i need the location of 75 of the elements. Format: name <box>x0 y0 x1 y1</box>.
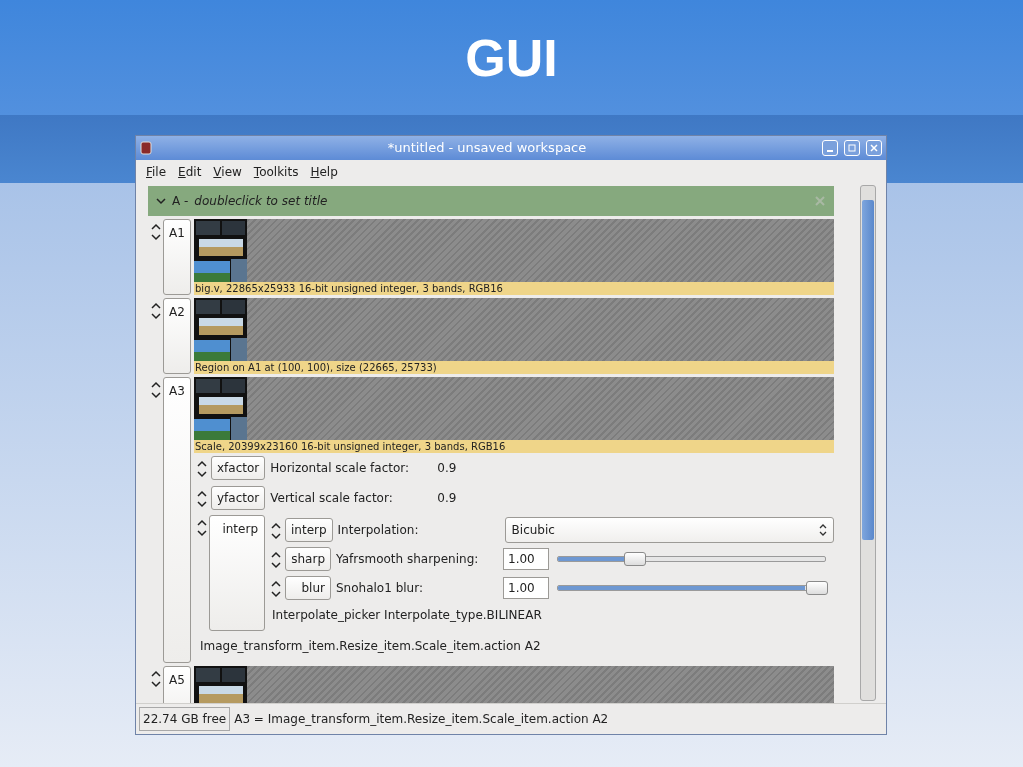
menu-item[interactable]: Edit <box>174 164 206 179</box>
move-down-icon[interactable] <box>196 501 207 509</box>
thumbnail-drawing <box>194 377 247 441</box>
menu-item[interactable]: Help <box>306 164 342 179</box>
move-up-icon[interactable] <box>196 519 207 527</box>
scrollbar[interactable] <box>860 185 876 702</box>
slider-thumb[interactable] <box>806 580 828 595</box>
window-title: *untitled - unsaved workspace <box>386 140 588 156</box>
move-down-icon[interactable] <box>196 530 207 538</box>
move-down-icon[interactable] <box>150 313 161 321</box>
move-down-icon[interactable] <box>270 590 281 598</box>
parameter-label: Interpolation: <box>337 522 420 537</box>
parameter-value: 0.9 <box>437 491 457 506</box>
move-down-icon[interactable] <box>150 392 161 400</box>
move-up-icon[interactable] <box>196 460 207 468</box>
parameter-value: 0.9 <box>437 461 457 476</box>
parameter-button[interactable]: sharp <box>285 546 331 571</box>
slider-thumb[interactable] <box>624 551 647 566</box>
move-down-icon[interactable] <box>270 532 281 540</box>
move-up-icon[interactable] <box>270 550 281 558</box>
scrollbar-thumb[interactable] <box>862 200 874 541</box>
row-button[interactable]: A2 <box>163 298 191 375</box>
column-name: A - <box>172 194 189 209</box>
menu-item[interactable]: View <box>209 164 246 179</box>
row-button[interactable]: A5 <box>163 666 191 704</box>
thumbnail-drawing <box>194 219 247 283</box>
parameter-button[interactable]: xfactor <box>211 456 266 481</box>
interpolation-dropdown[interactable]: Bicubic <box>504 516 834 543</box>
free-space: 22.74 GB free <box>139 707 231 732</box>
slide-title: GUI <box>464 27 559 89</box>
parameter-label: Snohalo1 blur: <box>336 580 424 595</box>
row-button[interactable]: A1 <box>163 219 191 296</box>
row-button[interactable]: A3 <box>163 377 191 664</box>
value-field[interactable]: 1.00 <box>503 547 549 570</box>
move-up-icon[interactable] <box>150 223 161 231</box>
thumbnail-drawing <box>194 298 247 362</box>
move-up-icon[interactable] <box>270 521 281 529</box>
collapse-chevron-icon[interactable] <box>156 197 166 205</box>
move-up-icon[interactable] <box>150 670 161 678</box>
parameter-button[interactable]: interp <box>209 515 265 632</box>
image-caption: Region on A1 at (100, 100), size (22665, 25733) <box>194 361 834 375</box>
parameter-label: Vertical scale factor: <box>270 491 394 506</box>
move-down-icon[interactable] <box>150 681 161 689</box>
parameter-label: Horizontal scale factor: <box>270 461 411 476</box>
picker-description: Interpolate_picker Interpolate_type.BILINEAR <box>271 607 543 625</box>
app-icon <box>140 140 152 155</box>
parameter-label: Yafrsmooth sharpening: <box>336 551 480 566</box>
close-button[interactable] <box>866 139 882 156</box>
parameter-button[interactable]: yfactor <box>211 486 266 511</box>
menu-item[interactable]: File <box>142 164 171 179</box>
image-caption: big.v, 22865x25933 16-bit unsigned integer, 3 bands, RGB16 <box>194 282 834 296</box>
move-up-icon[interactable] <box>150 302 161 310</box>
slider-track[interactable] <box>557 580 826 595</box>
move-up-icon[interactable] <box>270 579 281 587</box>
action-description: Image_transform_item.Resize_item.Scale_item.action A2 <box>199 638 542 656</box>
column-header[interactable]: A - doubleclick to set title <box>148 186 834 217</box>
move-down-icon[interactable] <box>270 561 281 569</box>
menu-item[interactable]: Toolkits <box>249 164 303 179</box>
minimize-icon <box>827 149 833 152</box>
up-down-caret-icon <box>819 523 827 536</box>
status-message: A3 = Image_transform_item.Resize_item.Scale_item.action A2 <box>234 712 609 727</box>
value-field[interactable]: 1.00 <box>503 576 549 599</box>
image-caption: Scale, 20399x23160 16-bit unsigned integer, 3 bands, RGB16 <box>194 440 834 454</box>
maximize-button[interactable] <box>844 139 860 156</box>
maximize-icon <box>848 143 856 152</box>
parameter-button[interactable]: interp <box>285 517 333 542</box>
move-up-icon[interactable] <box>196 490 207 498</box>
column-title[interactable]: doubleclick to set title <box>194 194 808 209</box>
move-up-icon[interactable] <box>150 381 161 389</box>
close-icon <box>870 143 878 152</box>
parameter-button[interactable]: blur <box>285 575 331 600</box>
move-down-icon[interactable] <box>196 471 207 479</box>
move-down-icon[interactable] <box>150 234 161 242</box>
minimize-button[interactable] <box>822 139 838 156</box>
slider-track[interactable] <box>557 551 826 566</box>
